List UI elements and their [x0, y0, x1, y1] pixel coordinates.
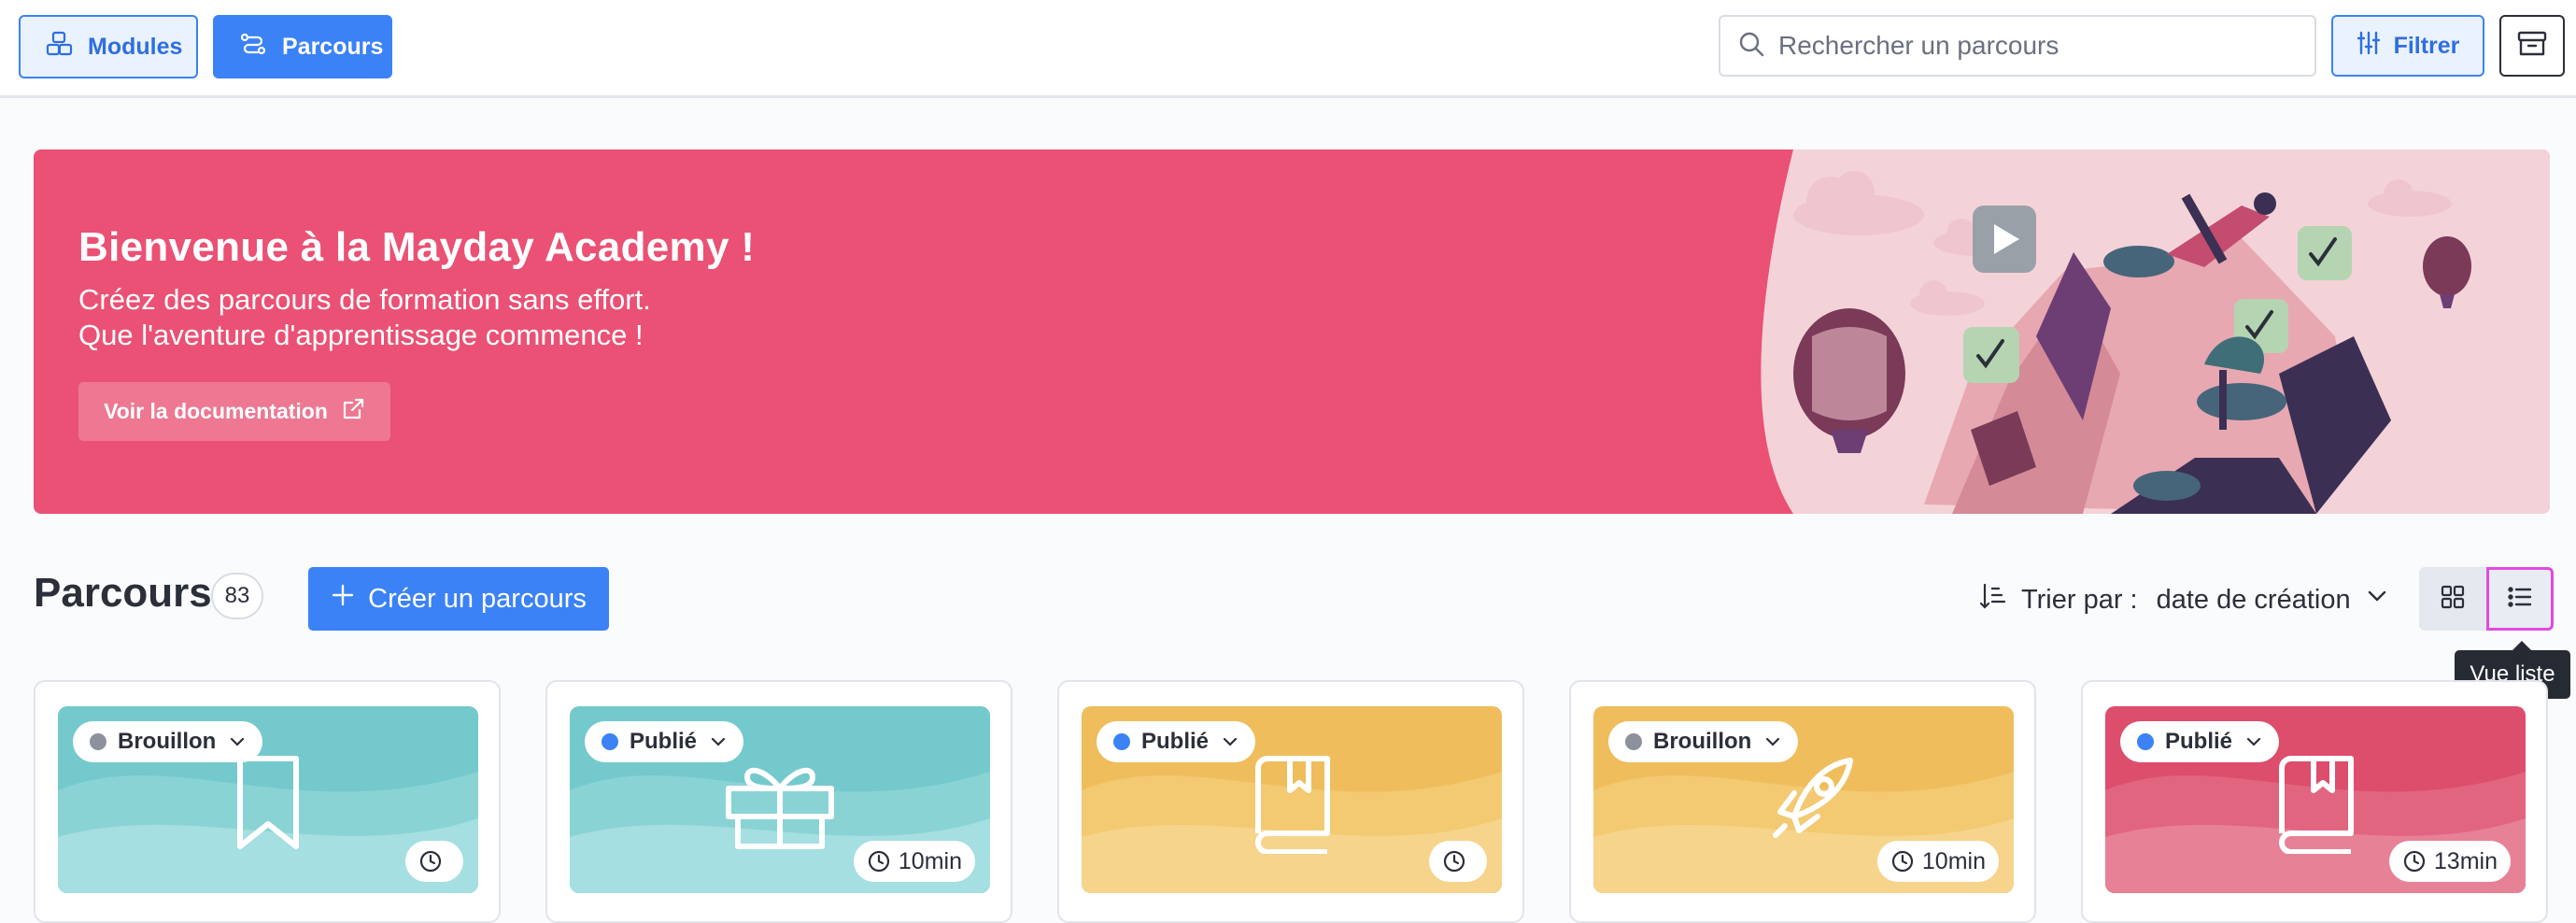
status-label: Brouillon: [118, 729, 217, 754]
grid-view-button[interactable]: [2419, 567, 2486, 631]
filter-button[interactable]: Filtrer: [2331, 15, 2484, 77]
modules-icon: [45, 30, 73, 64]
status-dropdown[interactable]: Brouillon: [73, 721, 263, 762]
status-dropdown[interactable]: Publié: [1097, 721, 1256, 762]
external-link-icon: [341, 397, 365, 427]
sort-dropdown[interactable]: Trier par : date de création: [1978, 581, 2390, 618]
duration-badge: [1429, 841, 1487, 882]
gift-icon: [719, 751, 841, 859]
search-icon: [1737, 30, 1765, 63]
status-label: Brouillon: [1653, 729, 1752, 754]
sort-value: date de création: [2156, 584, 2351, 615]
parcours-card[interactable]: Publié 10min: [545, 680, 1012, 923]
chevron-down-icon: [711, 737, 726, 746]
sort-label: Trier par :: [2021, 584, 2138, 615]
parcours-label: Parcours: [282, 33, 384, 60]
grid-icon: [2439, 583, 2467, 616]
parcours-card[interactable]: Brouillon 10min: [1569, 680, 2036, 923]
status-label: Publié: [1141, 729, 1210, 754]
status-dot: [1113, 733, 1130, 750]
status-dropdown[interactable]: Publié: [2120, 721, 2280, 762]
duration-badge: 10min: [1876, 841, 1999, 882]
clock-icon: [2403, 850, 2426, 873]
documentation-label: Voir la documentation: [104, 399, 328, 423]
status-dot: [602, 733, 618, 750]
list-icon: [2506, 583, 2534, 616]
search-box: [1719, 15, 2316, 77]
clock-icon: [868, 850, 890, 873]
chevron-down-icon: [2364, 583, 2390, 617]
parcours-count-badge: 83: [211, 573, 263, 619]
banner-subtitle: Créez des parcours de formation sans eff…: [78, 282, 651, 353]
chevron-down-icon: [1766, 737, 1780, 746]
parcours-card[interactable]: Publié: [1057, 680, 1524, 923]
card-cover: Brouillon 10min: [1593, 706, 2014, 893]
status-dropdown[interactable]: Brouillon: [1608, 721, 1799, 762]
banner-title: Bienvenue à la Mayday Academy !: [78, 224, 756, 270]
duration-badge: 10min: [853, 841, 975, 882]
status-label: Publié: [2165, 729, 2233, 754]
plus-icon: [331, 583, 355, 615]
duration-badge: 13min: [2388, 841, 2511, 882]
status-dot: [1625, 733, 1642, 750]
chevron-down-icon: [1223, 737, 1238, 746]
status-dropdown[interactable]: Publié: [585, 721, 744, 762]
book-icon: [2269, 751, 2362, 859]
chevron-down-icon: [2246, 737, 2261, 746]
status-dot: [2137, 733, 2154, 750]
list-view-button[interactable]: [2486, 567, 2554, 631]
banner-illustration: [1756, 149, 2550, 514]
create-parcours-label: Créer un parcours: [368, 583, 587, 614]
duration-badge: [405, 841, 463, 882]
sort-icon: [1978, 581, 2008, 618]
banner-subtitle-line1: Créez des parcours de formation sans eff…: [78, 283, 651, 316]
card-cover: Publié 10min: [570, 706, 990, 893]
filter-label: Filtrer: [2393, 32, 2460, 59]
card-cover: Brouillon: [58, 706, 478, 893]
modules-label: Modules: [88, 33, 183, 60]
welcome-banner: Bienvenue à la Mayday Academy ! Créez de…: [34, 149, 2550, 514]
archive-button[interactable]: [2499, 15, 2565, 77]
page-title: Parcours: [34, 570, 212, 616]
status-label: Publié: [630, 729, 698, 754]
parcours-button[interactable]: Parcours: [213, 15, 392, 78]
book-icon: [1245, 751, 1338, 859]
chevron-down-icon: [231, 737, 245, 746]
status-dot: [90, 733, 106, 750]
card-cover: Publié: [1082, 706, 1502, 893]
rocket-icon: [1757, 751, 1860, 859]
duration-label: 10min: [1921, 847, 1986, 874]
search-input[interactable]: [1778, 31, 2301, 61]
card-cover: Publié 13min: [2105, 706, 2526, 893]
create-parcours-button[interactable]: Créer un parcours: [308, 567, 609, 631]
duration-label: 10min: [898, 847, 962, 874]
clock-icon: [1443, 850, 1465, 873]
bookmark-icon: [231, 751, 305, 859]
clock-icon: [419, 850, 442, 873]
duration-label: 13min: [2433, 847, 2498, 874]
route-icon: [239, 30, 267, 64]
sliders-icon: [2357, 30, 2381, 63]
top-bar: Modules Parcours Filtrer: [0, 0, 2576, 98]
documentation-button[interactable]: Voir la documentation: [78, 382, 390, 441]
parcours-card[interactable]: Publié 13min: [2081, 680, 2548, 923]
parcours-card[interactable]: Brouillon: [34, 680, 501, 923]
clock-icon: [1891, 850, 1914, 873]
archive-icon: [2516, 30, 2548, 63]
banner-subtitle-line2: Que l'aventure d'apprentissage commence …: [78, 319, 644, 351]
modules-button[interactable]: Modules: [19, 15, 198, 78]
